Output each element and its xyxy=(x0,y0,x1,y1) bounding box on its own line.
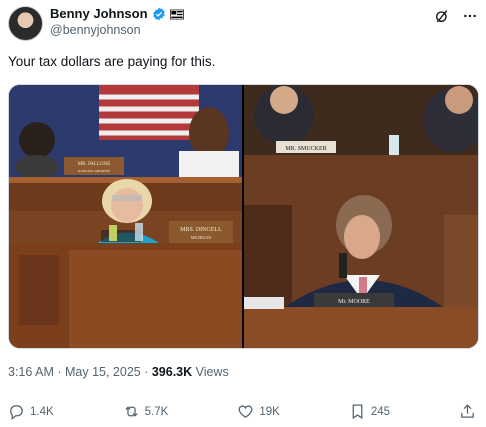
display-name[interactable]: Benny Johnson xyxy=(50,6,148,22)
views-count: 396.3K xyxy=(151,365,193,379)
author-block: Benny Johnson @bennyjohnson xyxy=(50,6,184,38)
views-label: Views xyxy=(192,365,229,379)
media-left-image[interactable]: MR. PALLONE RANKING MEMBER MRS. DINGELL … xyxy=(9,85,242,348)
reply-icon xyxy=(10,405,23,420)
tweet-time[interactable]: 3:16 AM xyxy=(8,365,54,379)
like-icon xyxy=(238,405,253,418)
tweet-header: Benny Johnson @bennyjohnson xyxy=(8,6,478,42)
affiliate-flag-icon[interactable] xyxy=(169,9,184,20)
nameplate-dingell: MRS. DINGELL xyxy=(180,227,222,233)
like-button[interactable]: 19K xyxy=(237,403,280,420)
repost-icon xyxy=(125,406,138,417)
tweet-date[interactable]: May 15, 2025 xyxy=(65,365,141,379)
repost-count: 5.7K xyxy=(144,405,169,418)
repost-button[interactable]: 5.7K xyxy=(123,403,169,420)
meta-separator-2: · xyxy=(140,365,152,379)
share-icon xyxy=(461,404,474,418)
nameplate-pallone-sub: RANKING MEMBER xyxy=(78,169,111,173)
bookmark-icon xyxy=(352,404,363,420)
media-container[interactable]: MR. PALLONE RANKING MEMBER MRS. DINGELL … xyxy=(8,84,479,349)
tweet-meta: 3:16 AM · May 15, 2025 · 396.3K Views xyxy=(8,365,229,379)
reply-count: 1.4K xyxy=(30,405,54,418)
share-button[interactable] xyxy=(459,403,476,420)
meta-separator: · xyxy=(53,365,65,379)
more-icon[interactable] xyxy=(462,8,478,24)
nameplate-pallone: MR. PALLONE xyxy=(78,162,111,167)
like-count: 19K xyxy=(259,405,280,418)
handle[interactable]: @bennyjohnson xyxy=(50,22,184,38)
header-actions xyxy=(434,6,478,24)
tweet-text: Your tax dollars are paying for this. xyxy=(8,54,216,69)
name-row: Benny Johnson xyxy=(50,6,184,22)
hearing-scene-right: MR. SMUCKER Mr. MOORE xyxy=(244,85,478,348)
nameplate-smucker: MR. SMUCKER xyxy=(285,146,326,152)
grok-icon[interactable] xyxy=(434,8,450,24)
avatar[interactable] xyxy=(8,6,43,41)
bookmark-count: 245 xyxy=(370,405,390,418)
verified-badge-icon xyxy=(152,7,165,21)
reply-button[interactable]: 1.4K xyxy=(8,403,54,420)
nameplate-dingell-sub: MICHIGAN xyxy=(191,235,212,240)
action-bar: 1.4K 5.7K 19K 245 xyxy=(8,403,476,420)
bookmark-button[interactable]: 245 xyxy=(349,403,390,420)
nameplate-moore: Mr. MOORE xyxy=(338,299,370,305)
hearing-scene-left: MR. PALLONE RANKING MEMBER MRS. DINGELL … xyxy=(9,85,242,348)
media-right-image[interactable]: MR. SMUCKER Mr. MOORE xyxy=(244,85,478,348)
